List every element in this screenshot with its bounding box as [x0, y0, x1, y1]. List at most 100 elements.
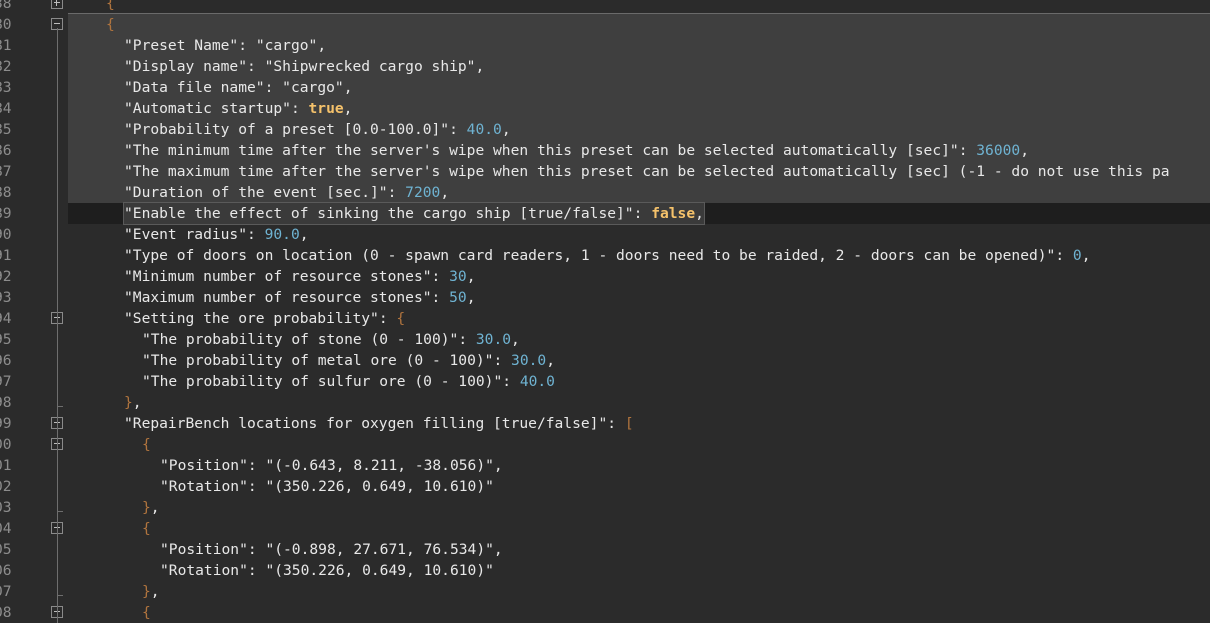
code-line[interactable]: "RepairBench locations for oxygen fillin…: [68, 413, 1210, 434]
code-line[interactable]: "Data file name": "cargo",: [68, 77, 1210, 98]
code-editor[interactable]: {{"Preset Name": "cargo", "Display name":…: [0, 0, 1210, 623]
code-token: "Minimum number of resource stones": [124, 268, 432, 285]
code-token: "Display name": [124, 58, 248, 75]
code-token: :: [502, 373, 520, 390]
code-token: :: [607, 415, 625, 432]
code-token: true: [308, 100, 344, 117]
line-number: 97: [0, 373, 12, 390]
code-token: ,: [511, 331, 520, 348]
code-area[interactable]: {{"Preset Name": "cargo", "Display name":…: [68, 0, 1210, 623]
code-line[interactable]: {: [68, 14, 1210, 35]
code-line[interactable]: "The probability of metal ore (0 - 100)"…: [68, 350, 1210, 371]
code-line[interactable]: "Minimum number of resource stones": 30,: [68, 266, 1210, 287]
code-line[interactable]: "Rotation": "(350.226, 0.649, 10.610)": [68, 476, 1210, 497]
code-token: :: [1055, 247, 1073, 264]
code-line-content: "Maximum number of resource stones": 50,: [124, 287, 475, 308]
code-token: 40.0: [466, 121, 502, 138]
line-number: 05: [0, 541, 12, 558]
code-line[interactable]: "Duration of the event [sec.]": 7200,: [68, 182, 1210, 203]
code-token: {: [142, 604, 151, 621]
code-token: "(-0.898, 27.671, 76.534)": [265, 541, 494, 558]
line-number: 87: [0, 163, 12, 180]
code-token: "Preset Name": [124, 37, 239, 54]
code-token: :: [493, 352, 512, 369]
code-token: ,: [1020, 142, 1029, 159]
code-token: :: [247, 541, 266, 558]
code-line-content: {: [106, 14, 115, 35]
line-number: 83: [0, 79, 12, 96]
code-token: ,: [695, 205, 704, 222]
code-token: "Duration of the event [sec.]": [124, 184, 388, 201]
line-number: 00: [0, 436, 12, 453]
line-number: 38: [0, 0, 12, 12]
code-line-content: "The probability of stone (0 - 100)": 30…: [142, 329, 520, 350]
code-line[interactable]: },: [68, 497, 1210, 518]
line-number: 04: [0, 520, 12, 537]
code-line[interactable]: "Preset Name": "cargo",: [68, 35, 1210, 56]
code-line-content: "RepairBench locations for oxygen fillin…: [124, 413, 634, 434]
code-line[interactable]: "Type of doors on location (0 - spawn ca…: [68, 245, 1210, 266]
code-token: ,: [1081, 247, 1091, 264]
code-token: "The probability of metal ore (0 - 100)": [142, 352, 494, 369]
code-line-content: {: [106, 0, 115, 14]
code-line[interactable]: "Display name": "Shipwrecked cargo ship"…: [68, 56, 1210, 77]
code-line-content: "Rotation": "(350.226, 0.649, 10.610)": [160, 476, 494, 497]
code-line[interactable]: "Position": "(-0.898, 27.671, 76.534)",: [68, 539, 1210, 560]
code-line[interactable]: "The minimum time after the server's wip…: [68, 140, 1210, 161]
code-line[interactable]: },: [68, 581, 1210, 602]
code-token: "The minimum time after the server's wip…: [124, 142, 959, 159]
code-line[interactable]: "The probability of stone (0 - 100)": 30…: [68, 329, 1210, 350]
code-line[interactable]: "Enable the effect of sinking the cargo …: [68, 202, 1210, 225]
code-line-content: {: [142, 518, 151, 539]
code-token: 30: [449, 268, 467, 285]
line-number: 06: [0, 562, 12, 579]
code-line[interactable]: "Automatic startup": true,: [68, 98, 1210, 119]
code-token: ,: [493, 457, 503, 474]
code-token: ,: [501, 121, 511, 138]
code-token: :: [264, 79, 283, 96]
code-token: {: [142, 520, 151, 537]
code-token: }: [124, 394, 133, 411]
code-token: "Enable the effect of sinking the cargo …: [124, 205, 634, 222]
code-line[interactable]: },: [68, 392, 1210, 413]
code-token: "The probability of sulfur ore (0 - 100)…: [142, 373, 503, 390]
code-token: :: [431, 289, 450, 306]
code-line-content: "Probability of a preset [0.0-100.0]": 4…: [124, 119, 511, 140]
line-number: 86: [0, 142, 12, 159]
code-line[interactable]: {: [68, 0, 1210, 14]
code-token: :: [238, 37, 256, 54]
code-token: 30.0: [511, 352, 547, 369]
code-token: ,: [440, 184, 450, 201]
code-line[interactable]: {: [68, 518, 1210, 539]
code-line[interactable]: "The probability of sulfur ore (0 - 100)…: [68, 371, 1210, 392]
line-number: 03: [0, 499, 12, 516]
code-line[interactable]: "Probability of a preset [0.0-100.0]": 4…: [68, 119, 1210, 140]
code-line[interactable]: "Rotation": "(350.226, 0.649, 10.610)": [68, 560, 1210, 581]
code-line-content: "Enable the effect of sinking the cargo …: [123, 202, 705, 225]
code-line[interactable]: "Event radius": 90.0,: [68, 224, 1210, 245]
fold-guide-line: [57, 28, 58, 623]
code-token: 30.0: [475, 331, 512, 348]
code-token: :: [458, 331, 476, 348]
line-number: 85: [0, 121, 12, 138]
code-line[interactable]: "Maximum number of resource stones": 50,: [68, 287, 1210, 308]
code-token: false: [651, 205, 696, 222]
line-number: 98: [0, 394, 12, 411]
line-number: 95: [0, 331, 12, 348]
code-line[interactable]: "The maximum time after the server's wip…: [68, 161, 1210, 182]
code-line[interactable]: {: [68, 602, 1210, 623]
code-line-content: "Position": "(-0.643, 8.211, -38.056)",: [160, 455, 503, 476]
code-line-content: "Display name": "Shipwrecked cargo ship"…: [124, 56, 484, 77]
code-token: :: [290, 100, 309, 117]
code-line[interactable]: "Setting the ore probability": {: [68, 308, 1210, 329]
code-token: :: [958, 142, 977, 159]
code-token: "cargo": [255, 37, 318, 54]
code-token: "Event radius": [124, 226, 248, 243]
expand-fold-icon[interactable]: [51, 0, 63, 9]
line-number: 94: [0, 310, 12, 327]
line-number: 07: [0, 583, 12, 600]
code-token: ,: [343, 79, 353, 96]
code-line[interactable]: {: [68, 434, 1210, 455]
code-line[interactable]: "Position": "(-0.643, 8.211, -38.056)",: [68, 455, 1210, 476]
code-token: "Rotation": [160, 562, 248, 579]
